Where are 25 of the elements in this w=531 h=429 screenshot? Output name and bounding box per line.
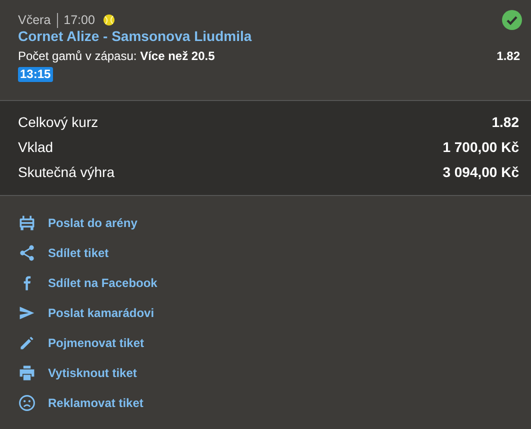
action-link[interactable]: Poslat do arény — [18, 208, 138, 238]
share-icon — [18, 244, 36, 262]
summary-value: 3 094,00 Kč — [442, 164, 519, 182]
day-label: Včera — [18, 13, 51, 27]
print-icon — [18, 364, 36, 382]
action-link[interactable]: Poslat kamarádovi — [18, 298, 154, 328]
pencil-icon — [18, 334, 36, 352]
summary-label: Celkový kurz — [18, 114, 98, 132]
time-label: 17:00 — [64, 13, 95, 27]
match-link[interactable]: Cornet Alize - Samsonova Liudmila — [18, 28, 252, 44]
action-link[interactable]: Pojmenovat tiket — [18, 328, 144, 358]
action-link[interactable]: Vytisknout tiket — [18, 358, 137, 388]
summary-value: 1.82 — [492, 114, 519, 132]
action-link[interactable]: Sdílet na Facebook — [18, 268, 158, 298]
send-icon — [18, 304, 36, 322]
summary-value: 1 700,00 Kč — [442, 139, 519, 157]
sad-face-icon — [18, 394, 36, 412]
summary-label: Vklad — [18, 139, 54, 157]
action-link[interactable]: Reklamovat tiket — [18, 388, 144, 418]
summary-label: Skutečná výhra — [18, 164, 114, 182]
odds-value: 1.82 — [496, 49, 520, 63]
market-text: Počet gamů v zápasu: Více než 20.5 — [18, 49, 215, 63]
live-time-badge: 13:15 — [18, 67, 53, 82]
tennis-ball-icon — [102, 14, 115, 26]
action-link[interactable]: Sdílet tiket — [18, 238, 109, 268]
